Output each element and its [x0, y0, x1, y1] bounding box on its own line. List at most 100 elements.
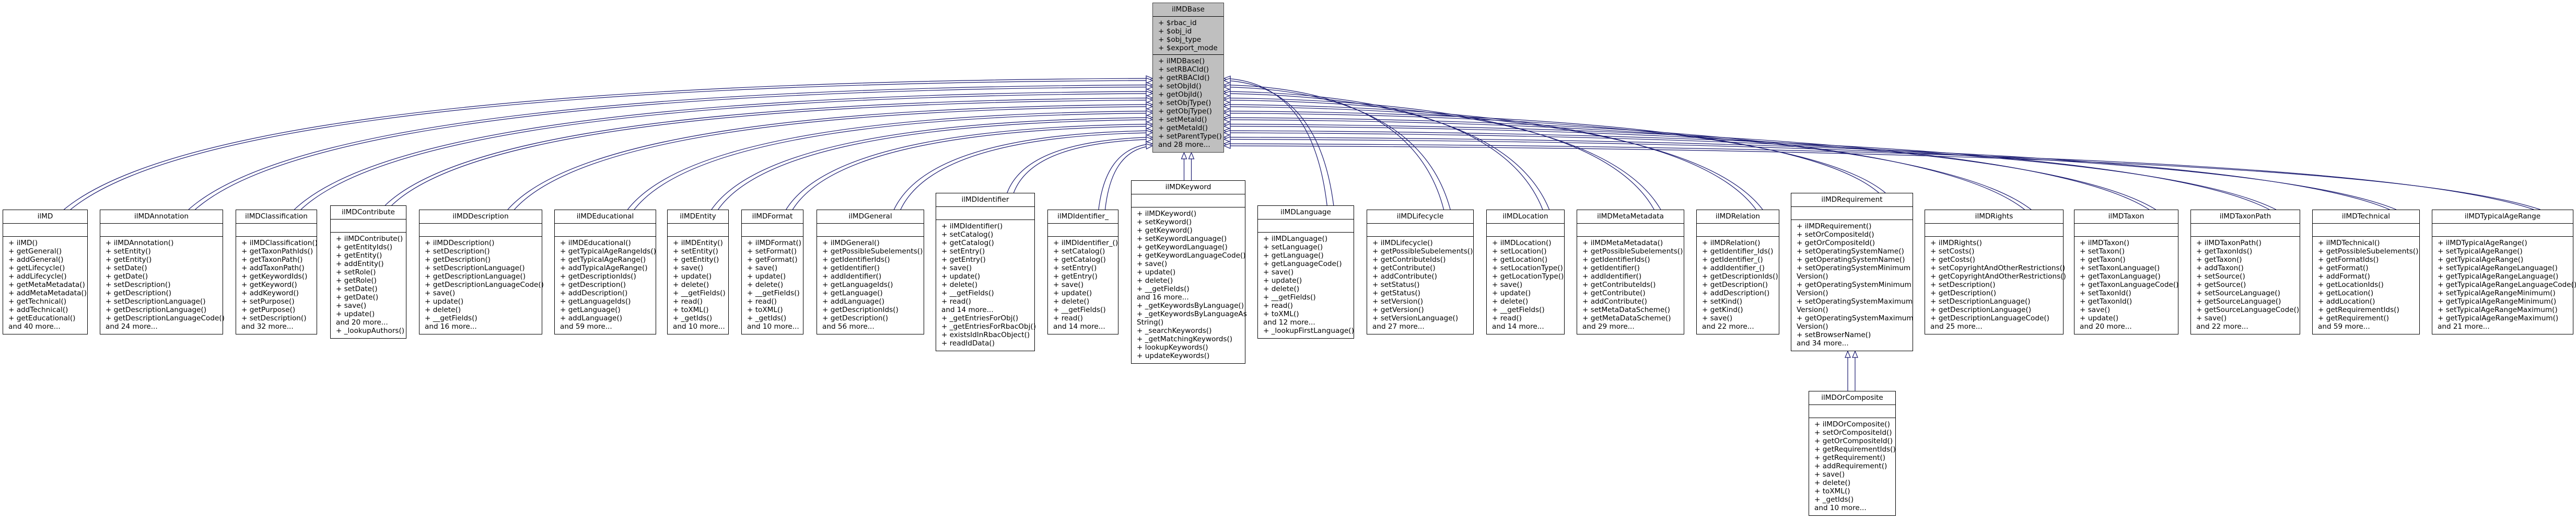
- more-members-link[interactable]: and 34 more...: [1797, 339, 1908, 348]
- operation: + setRole(): [336, 268, 376, 276]
- class-box-il-mdbase[interactable]: ilMDBase + $rbac_id + $obj_id + $obj_type + …: [1152, 3, 1224, 153]
- operation: + getTypicalAgeRange(): [560, 256, 646, 264]
- class-box-il-mdrelation[interactable]: ilMDRelation + ilMDRelation() + getIdentif…: [1696, 210, 1779, 334]
- operation: + ilMDDescription(): [425, 239, 495, 247]
- class-box-il-mdrequirement[interactable]: ilMDRequirement + ilMDRequirement() + setO…: [1791, 193, 1914, 351]
- inheritance-arrow-icon: [1852, 350, 1858, 358]
- class-name[interactable]: ilMDContribute: [331, 206, 406, 219]
- class-name[interactable]: ilMDBase: [1153, 3, 1223, 17]
- operation: + __getFields(): [941, 289, 994, 297]
- class-box-il-mdcontribute[interactable]: ilMDContribute + ilMDContribute() + getEnt…: [330, 205, 406, 339]
- class-name[interactable]: ilMDIdentifier: [936, 193, 1034, 207]
- class-box-il-mdformat[interactable]: ilMDFormat + ilMDFormat() + setFormat() + g…: [741, 210, 803, 334]
- class-name[interactable]: ilMDEducational: [555, 210, 656, 224]
- class-name[interactable]: ilMDAnnotation: [100, 210, 223, 224]
- class-box-il-mddescription[interactable]: ilMDDescription + ilMDDescription() + setD…: [419, 210, 544, 334]
- inheritance-edge-il-mdlocation: [1223, 93, 1550, 210]
- operation: + getDescriptionLanguageCode(): [106, 314, 225, 322]
- class-box-il-mdidentifier[interactable]: ilMDIdentifier + ilMDIdentifier() + setCat…: [936, 193, 1036, 351]
- class-name[interactable]: ilMDTaxon: [2074, 210, 2178, 224]
- more-members-link[interactable]: and 22 more...: [2196, 322, 2295, 331]
- class-box-il-mdlifecycle[interactable]: ilMDLifecycle + ilMDLifecycle() + getPossi…: [1367, 210, 1474, 334]
- more-members-link[interactable]: and 24 more...: [106, 322, 218, 331]
- class-box-il-md[interactable]: ilMD + ilMD() + getGeneral() + addGeneral()…: [3, 210, 88, 334]
- more-members-link[interactable]: and 27 more...: [1372, 322, 1469, 331]
- operation: + addFormat(): [2318, 272, 2370, 281]
- more-members-link[interactable]: and 22 more...: [1702, 322, 1775, 331]
- more-members-link[interactable]: and 56 more...: [822, 322, 919, 331]
- class-name[interactable]: ilMDFormat: [742, 210, 803, 224]
- attributes-compartment: [555, 224, 656, 237]
- class-box-il-mdidentifier-[interactable]: ilMDIdentifier_ + ilMDIdentifier_() + setC…: [1047, 210, 1118, 334]
- class-box-il-mdmeta-metadata[interactable]: ilMDMetaMetadata + ilMDMetaMetadata() + ge…: [1577, 210, 1684, 334]
- class-box-il-mdeducational[interactable]: ilMDEducational + ilMDEducational() + getT…: [554, 210, 656, 334]
- class-box-il-mdtaxon-path[interactable]: ilMDTaxonPath + ilMDTaxonPath() + getTaxon…: [2190, 210, 2300, 334]
- operation: String(): [1137, 318, 1164, 327]
- more-members-link[interactable]: and 40 more...: [8, 322, 83, 331]
- operation: + read(): [673, 297, 703, 306]
- class-name[interactable]: ilMDEntity: [668, 210, 728, 224]
- operation: + addContribute(): [1372, 272, 1437, 281]
- attributes-compartment: [3, 224, 87, 237]
- class-name[interactable]: ilMDMetaMetadata: [1577, 210, 1684, 224]
- class-name[interactable]: ilMDRights: [1925, 210, 2063, 224]
- operation: + ilMDBase(): [1158, 57, 1205, 65]
- more-members-link[interactable]: and 59 more...: [2318, 322, 2415, 331]
- more-members-link[interactable]: and 14 more...: [1492, 322, 1560, 331]
- class-name[interactable]: ilMDRequirement: [1791, 193, 1913, 207]
- class-name[interactable]: ilMDIdentifier_: [1048, 210, 1118, 224]
- more-members-link[interactable]: and 10 more...: [747, 322, 799, 331]
- class-box-il-mdlocation[interactable]: ilMDLocation + ilMDLocation() + setLocatio…: [1486, 210, 1565, 334]
- operation: + setMetaDataScheme(): [1582, 306, 1670, 314]
- operation: + getTaxonId(): [2080, 297, 2132, 306]
- more-members-link[interactable]: and 12 more...: [1263, 318, 1349, 327]
- more-members-link[interactable]: and 59 more...: [560, 322, 651, 331]
- class-box-il-mdclassification[interactable]: ilMDClassification + ilMDClassification()…: [236, 210, 318, 334]
- more-members-link[interactable]: and 29 more...: [1582, 322, 1680, 331]
- more-members-link[interactable]: and 16 more...: [425, 322, 538, 331]
- class-box-il-mdtechnical[interactable]: ilMDTechnical + ilMDTechnical() + getPossi…: [2312, 210, 2420, 334]
- operations-compartment: + ilMDLocation() + setLocation() + getLoca…: [1487, 237, 1564, 334]
- more-members-link[interactable]: and 10 more...: [673, 322, 725, 331]
- class-name[interactable]: ilMDOrComposite: [1809, 391, 1895, 405]
- operation: + getCatalog(): [1053, 256, 1106, 264]
- more-members-link[interactable]: and 14 more...: [941, 306, 1030, 314]
- class-box-il-mdgeneral[interactable]: ilMDGeneral + ilMDGeneral() + getPossibleS…: [817, 210, 924, 334]
- class-name[interactable]: ilMDTypicalAgeRange: [2432, 210, 2573, 224]
- operation: + getDescription(): [822, 314, 889, 322]
- class-name[interactable]: ilMDTaxonPath: [2191, 210, 2300, 224]
- class-name[interactable]: ilMDRelation: [1697, 210, 1779, 224]
- class-name[interactable]: ilMDGeneral: [817, 210, 924, 224]
- class-name[interactable]: ilMD: [3, 210, 87, 224]
- operation: + _lookupFirstLanguage(): [1263, 327, 1354, 335]
- more-members-link[interactable]: and 25 more...: [1930, 322, 2059, 331]
- more-members-link[interactable]: and 21 more...: [2438, 322, 2569, 331]
- more-members-link[interactable]: and 32 more...: [241, 322, 312, 331]
- class-box-il-mdtypical-age-range[interactable]: ilMDTypicalAgeRange + ilMDTypicalAgeRange…: [2432, 210, 2576, 334]
- class-box-il-mdentity[interactable]: ilMDEntity + ilMDEntity() + setEntity() + g…: [667, 210, 729, 334]
- class-box-il-mdtaxon[interactable]: ilMDTaxon + ilMDTaxon() + setTaxon() + getT…: [2074, 210, 2178, 334]
- operation: + setStatus(): [1372, 281, 1420, 289]
- more-members-link[interactable]: and 16 more...: [1137, 293, 1241, 302]
- more-members-link[interactable]: and 20 more...: [2080, 322, 2174, 331]
- class-name[interactable]: ilMDKeyword: [1132, 181, 1245, 194]
- class-name[interactable]: ilMDLifecycle: [1367, 210, 1473, 224]
- more-members-link[interactable]: and 28 more...: [1158, 141, 1219, 149]
- more-members-link[interactable]: and 14 more...: [1053, 322, 1114, 331]
- class-name[interactable]: ilMDLanguage: [1258, 206, 1354, 219]
- attributes-compartment: [1697, 224, 1779, 237]
- class-name[interactable]: ilMDDescription: [419, 210, 542, 224]
- class-box-il-mdrights[interactable]: ilMDRights + ilMDRights() + setCosts() + ge…: [1925, 210, 2066, 334]
- class-name[interactable]: ilMDTechnical: [2313, 210, 2419, 224]
- class-box-il-mdor-composite[interactable]: ilMDOrComposite + ilMDOrComposite() + setO…: [1809, 391, 1896, 516]
- class-box-il-mdkeyword[interactable]: ilMDKeyword + ilMDKeyword() + setKeyword()…: [1131, 180, 1247, 364]
- operation: + setParentType(): [1158, 132, 1222, 141]
- operation: + ilMDLifecycle(): [1372, 239, 1433, 247]
- class-name[interactable]: ilMDLocation: [1487, 210, 1564, 224]
- operation: + ilMDTaxon(): [2080, 239, 2130, 247]
- class-box-il-mdannotation[interactable]: ilMDAnnotation + ilMDAnnotation() + setEnt…: [100, 210, 225, 334]
- class-name[interactable]: ilMDClassification: [236, 210, 317, 224]
- class-box-il-mdlanguage[interactable]: ilMDLanguage + ilMDLanguage() + setLanguag…: [1257, 205, 1354, 339]
- more-members-link[interactable]: and 20 more...: [336, 318, 402, 327]
- more-members-link[interactable]: and 10 more...: [1814, 504, 1891, 512]
